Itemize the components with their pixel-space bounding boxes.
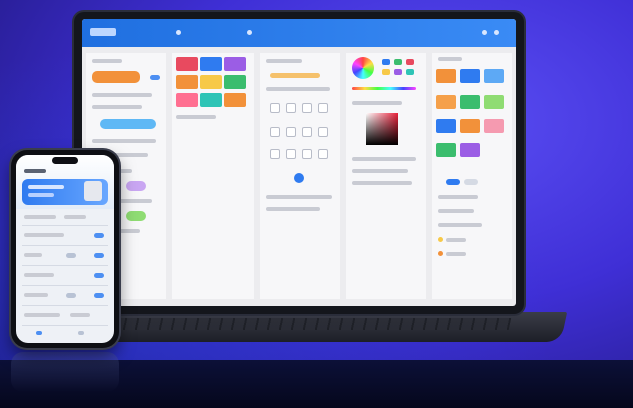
avatar[interactable] [494, 30, 499, 35]
option-box[interactable] [302, 149, 312, 159]
media-card[interactable] [460, 95, 480, 109]
media-card[interactable] [460, 119, 480, 133]
option-box[interactable] [318, 149, 328, 159]
media-card[interactable] [484, 119, 504, 133]
color-tile[interactable] [200, 57, 222, 71]
media-card[interactable] [436, 95, 456, 109]
phone-reflection [11, 352, 119, 392]
play-button[interactable] [294, 173, 304, 183]
media-card[interactable] [460, 143, 480, 157]
media-panel [432, 53, 512, 299]
option-box[interactable] [270, 103, 280, 113]
phone [11, 150, 119, 348]
media-card[interactable] [484, 95, 504, 109]
toggle-switch[interactable] [94, 293, 104, 298]
option-box[interactable] [270, 127, 280, 137]
tab-icon[interactable] [36, 331, 42, 335]
phone-screen [16, 155, 114, 343]
app-header [82, 19, 516, 47]
phone-notch [52, 157, 78, 164]
toggle-switch[interactable] [150, 75, 160, 80]
option-box[interactable] [286, 127, 296, 137]
toggle-switch[interactable] [66, 253, 76, 258]
media-card[interactable] [460, 69, 480, 83]
media-card[interactable] [436, 119, 456, 133]
color-tile[interactable] [176, 93, 198, 107]
nav-icon[interactable] [176, 30, 181, 35]
tag-chip[interactable] [464, 179, 478, 185]
slider[interactable] [270, 73, 320, 78]
laptop-screen [82, 19, 516, 306]
color-tile[interactable] [200, 93, 222, 107]
component-card[interactable] [126, 181, 146, 191]
illustration-icon [84, 181, 102, 201]
color-tile[interactable] [176, 75, 198, 89]
toggle-switch[interactable] [94, 253, 104, 258]
laptop-keyboard [88, 318, 512, 330]
color-tile[interactable] [200, 75, 222, 89]
color-picker-panel [346, 53, 426, 299]
option-box[interactable] [318, 103, 328, 113]
toggle-switch[interactable] [94, 233, 104, 238]
option-box[interactable] [318, 127, 328, 137]
color-tile[interactable] [224, 75, 246, 89]
option-box[interactable] [270, 149, 280, 159]
toggle-switch[interactable] [94, 273, 104, 278]
controls-panel [260, 53, 340, 299]
component-card[interactable] [92, 71, 140, 83]
tab-icon[interactable] [78, 331, 84, 335]
tag-chip[interactable] [446, 179, 460, 185]
toggle-switch[interactable] [66, 293, 76, 298]
saturation-picker[interactable] [366, 113, 398, 145]
app-logo [90, 28, 116, 36]
tile-grid-panel [172, 53, 254, 299]
option-box[interactable] [302, 103, 312, 113]
media-card[interactable] [436, 143, 456, 157]
settings-icon[interactable] [482, 30, 487, 35]
component-card[interactable] [126, 211, 146, 221]
nav-icon[interactable] [247, 30, 252, 35]
media-card[interactable] [436, 69, 456, 83]
component-card[interactable] [100, 119, 156, 129]
laptop [74, 12, 524, 314]
option-box[interactable] [286, 149, 296, 159]
option-box[interactable] [302, 127, 312, 137]
option-box[interactable] [286, 103, 296, 113]
hue-slider[interactable] [352, 87, 416, 90]
color-tile[interactable] [224, 93, 246, 107]
color-tile[interactable] [176, 57, 198, 71]
color-tile[interactable] [224, 57, 246, 71]
media-card[interactable] [484, 69, 504, 83]
feature-card[interactable] [22, 179, 108, 205]
color-wheel[interactable] [352, 57, 374, 79]
